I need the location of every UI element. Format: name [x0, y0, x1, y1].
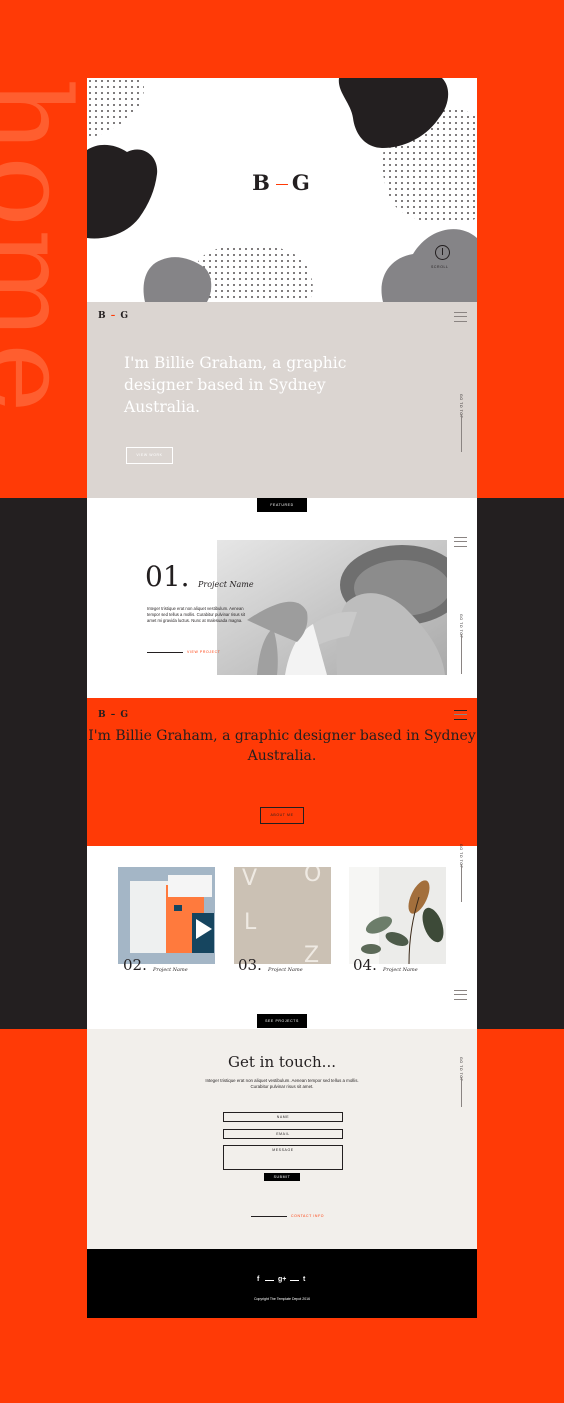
intro-section: B – G I'm Billie Graham, a graphic desig… [87, 302, 477, 498]
contact-info-line [251, 1216, 287, 1217]
page-mockup: BG SCROLL B – G I'm Billie Graham, a gra… [87, 78, 477, 1318]
svg-text:Z: Z [304, 943, 319, 964]
featured-photo-illustration [217, 540, 447, 675]
see-projects-button[interactable]: SEE PROJECTS [257, 1014, 307, 1028]
name-field[interactable]: NAME [223, 1112, 343, 1122]
svg-text:V: V [242, 867, 257, 891]
hamburger-menu-icon-2[interactable] [454, 537, 467, 547]
go-to-top-line-2 [461, 634, 462, 674]
facebook-icon[interactable]: f [257, 1276, 259, 1283]
go-to-top-line [461, 414, 462, 452]
featured-project-number: 01. [145, 560, 190, 593]
view-project-link[interactable]: VIEW PROJECT [187, 650, 220, 654]
about-me-button[interactable]: ABOUT ME [260, 807, 304, 824]
view-project-line [147, 652, 183, 653]
contact-info-link[interactable]: CONTACT INFO [291, 1214, 324, 1218]
about-section: B – G I'm Billie Graham, a graphic desig… [87, 698, 477, 846]
featured-tag: FEATURED [257, 498, 307, 512]
hero-section: BG SCROLL [87, 78, 477, 302]
gray-blob-right [381, 229, 477, 302]
scroll-down-icon[interactable] [435, 245, 450, 260]
hamburger-menu-icon-3[interactable] [454, 710, 467, 720]
project-number-02: 02. [123, 956, 147, 974]
scroll-label: SCROLL [431, 265, 449, 269]
social-divider [290, 1280, 299, 1281]
twitter-icon[interactable]: t [303, 1276, 305, 1283]
contact-title: Get in touch... [228, 1053, 336, 1071]
email-field[interactable]: EMAIL [223, 1129, 343, 1139]
project-number-04: 04. [353, 956, 377, 974]
contact-description: Integer tristique erat non aliquet vesti… [205, 1078, 359, 1089]
go-to-top-line-3 [461, 864, 462, 902]
project-name-04[interactable]: Project Name [383, 967, 418, 973]
project-03-illustration: V O L Z [234, 867, 331, 964]
view-work-button[interactable]: VIEW WORK [126, 447, 173, 464]
project-number-03: 03. [238, 956, 262, 974]
nav-logo[interactable]: B – G [98, 311, 129, 321]
nav-logo-2[interactable]: B – G [98, 710, 129, 720]
social-divider [265, 1280, 274, 1281]
google-plus-icon[interactable]: g+ [278, 1276, 286, 1283]
footer: f g+ t Copyright The Template Depot 2016 [87, 1249, 477, 1318]
dot-pattern-bottom [194, 244, 313, 302]
contact-section: Get in touch... Integer tristique erat n… [87, 1029, 477, 1249]
svg-text:L: L [244, 910, 257, 935]
hamburger-menu-icon[interactable] [454, 312, 467, 322]
featured-project-description: Integer tristique erat non aliquet vesti… [147, 606, 245, 624]
project-card-image-03[interactable]: V O L Z [234, 867, 331, 964]
go-to-top-line-4 [461, 1077, 462, 1107]
hamburger-menu-icon-4[interactable] [454, 990, 467, 1000]
project-name-03[interactable]: Project Name [268, 967, 303, 973]
intro-headline: I'm Billie Graham, a graphic designer ba… [124, 354, 347, 416]
project-card-image-04[interactable] [349, 867, 446, 964]
svg-text:O: O [304, 867, 321, 887]
message-field[interactable]: MESSAGE [223, 1145, 343, 1170]
project-02-illustration [118, 867, 215, 964]
featured-project-name: Project Name [198, 580, 254, 589]
side-decorative-word: home [0, 78, 88, 415]
hero-logo[interactable]: BG [87, 170, 477, 195]
project-04-illustration [349, 867, 446, 964]
submit-button[interactable]: SUBMIT [264, 1173, 300, 1181]
dot-pattern-top-left [87, 78, 145, 137]
about-headline: I'm Billie Graham, a graphic designer ba… [88, 728, 476, 764]
featured-project-image[interactable] [217, 540, 447, 675]
copyright-text: Copyright The Template Depot 2016 [253, 1297, 311, 1301]
project-name-02[interactable]: Project Name [153, 967, 188, 973]
project-card-image-02[interactable] [118, 867, 215, 964]
